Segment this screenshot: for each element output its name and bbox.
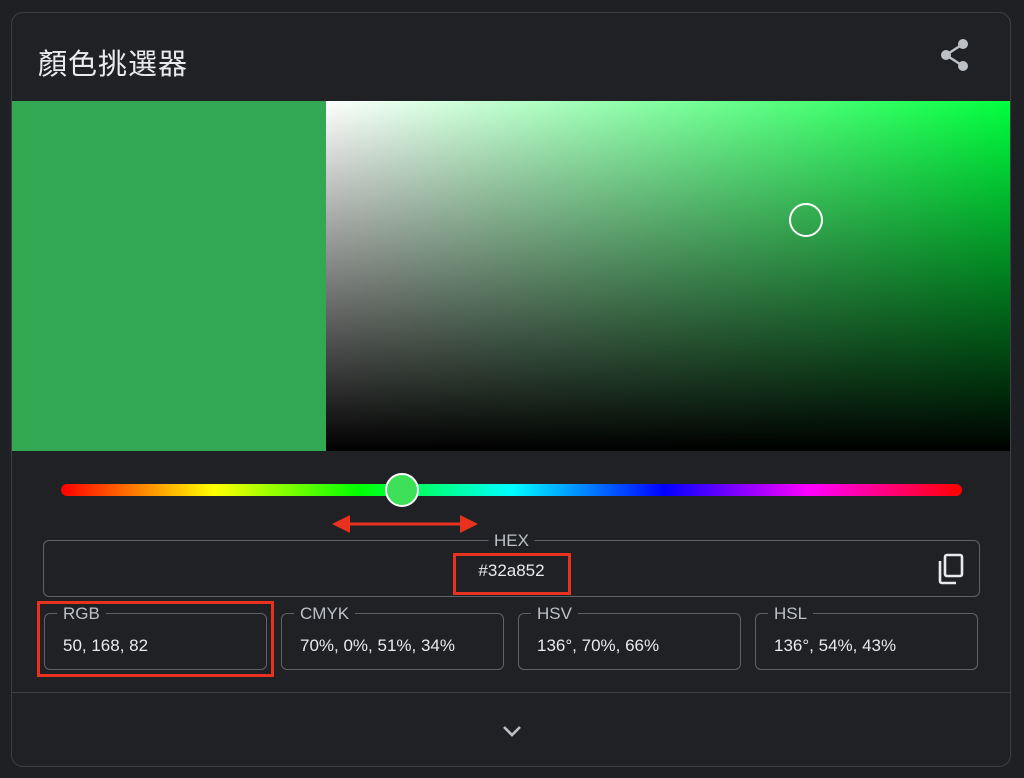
color-picker-card: 顏色挑選器 HEX #32a852 RGB 50, 168, 82 CMYK 7… xyxy=(11,12,1011,767)
saturation-value-handle[interactable] xyxy=(789,203,824,237)
rgb-field[interactable]: RGB 50, 168, 82 xyxy=(44,604,267,670)
chevron-down-icon xyxy=(503,726,521,737)
hex-field[interactable]: HEX #32a852 xyxy=(43,531,980,597)
saturation-value-area[interactable] xyxy=(326,101,1010,451)
share-icon xyxy=(941,39,968,71)
copy-button[interactable] xyxy=(935,553,967,585)
hsv-field[interactable]: HSV 136°, 70%, 66% xyxy=(518,604,741,670)
hue-slider-handle[interactable] xyxy=(384,473,419,507)
hsl-field[interactable]: HSL 136°, 54%, 43% xyxy=(755,604,978,670)
hsv-label: HSV xyxy=(531,604,578,623)
cmyk-value[interactable]: 70%, 0%, 51%, 34% xyxy=(300,636,455,656)
page-title: 顏色挑選器 xyxy=(38,47,189,81)
drag-direction-arrow xyxy=(332,515,478,533)
hex-value[interactable]: #32a852 xyxy=(44,561,979,581)
divider xyxy=(12,692,1010,693)
copy-icon xyxy=(938,553,964,585)
hsl-value[interactable]: 136°, 54%, 43% xyxy=(774,636,896,656)
rgb-value[interactable]: 50, 168, 82 xyxy=(63,636,148,656)
cmyk-field[interactable]: CMYK 70%, 0%, 51%, 34% xyxy=(281,604,504,670)
hsl-label: HSL xyxy=(768,604,814,623)
hue-slider-track[interactable] xyxy=(61,484,962,496)
expand-button[interactable] xyxy=(497,719,527,743)
rgb-label: RGB xyxy=(57,604,106,623)
cmyk-label: CMYK xyxy=(294,604,356,623)
share-button[interactable] xyxy=(937,37,973,73)
hsv-value[interactable]: 136°, 70%, 66% xyxy=(537,636,659,656)
color-preview-swatch xyxy=(12,101,326,451)
hex-label: HEX xyxy=(488,531,535,550)
